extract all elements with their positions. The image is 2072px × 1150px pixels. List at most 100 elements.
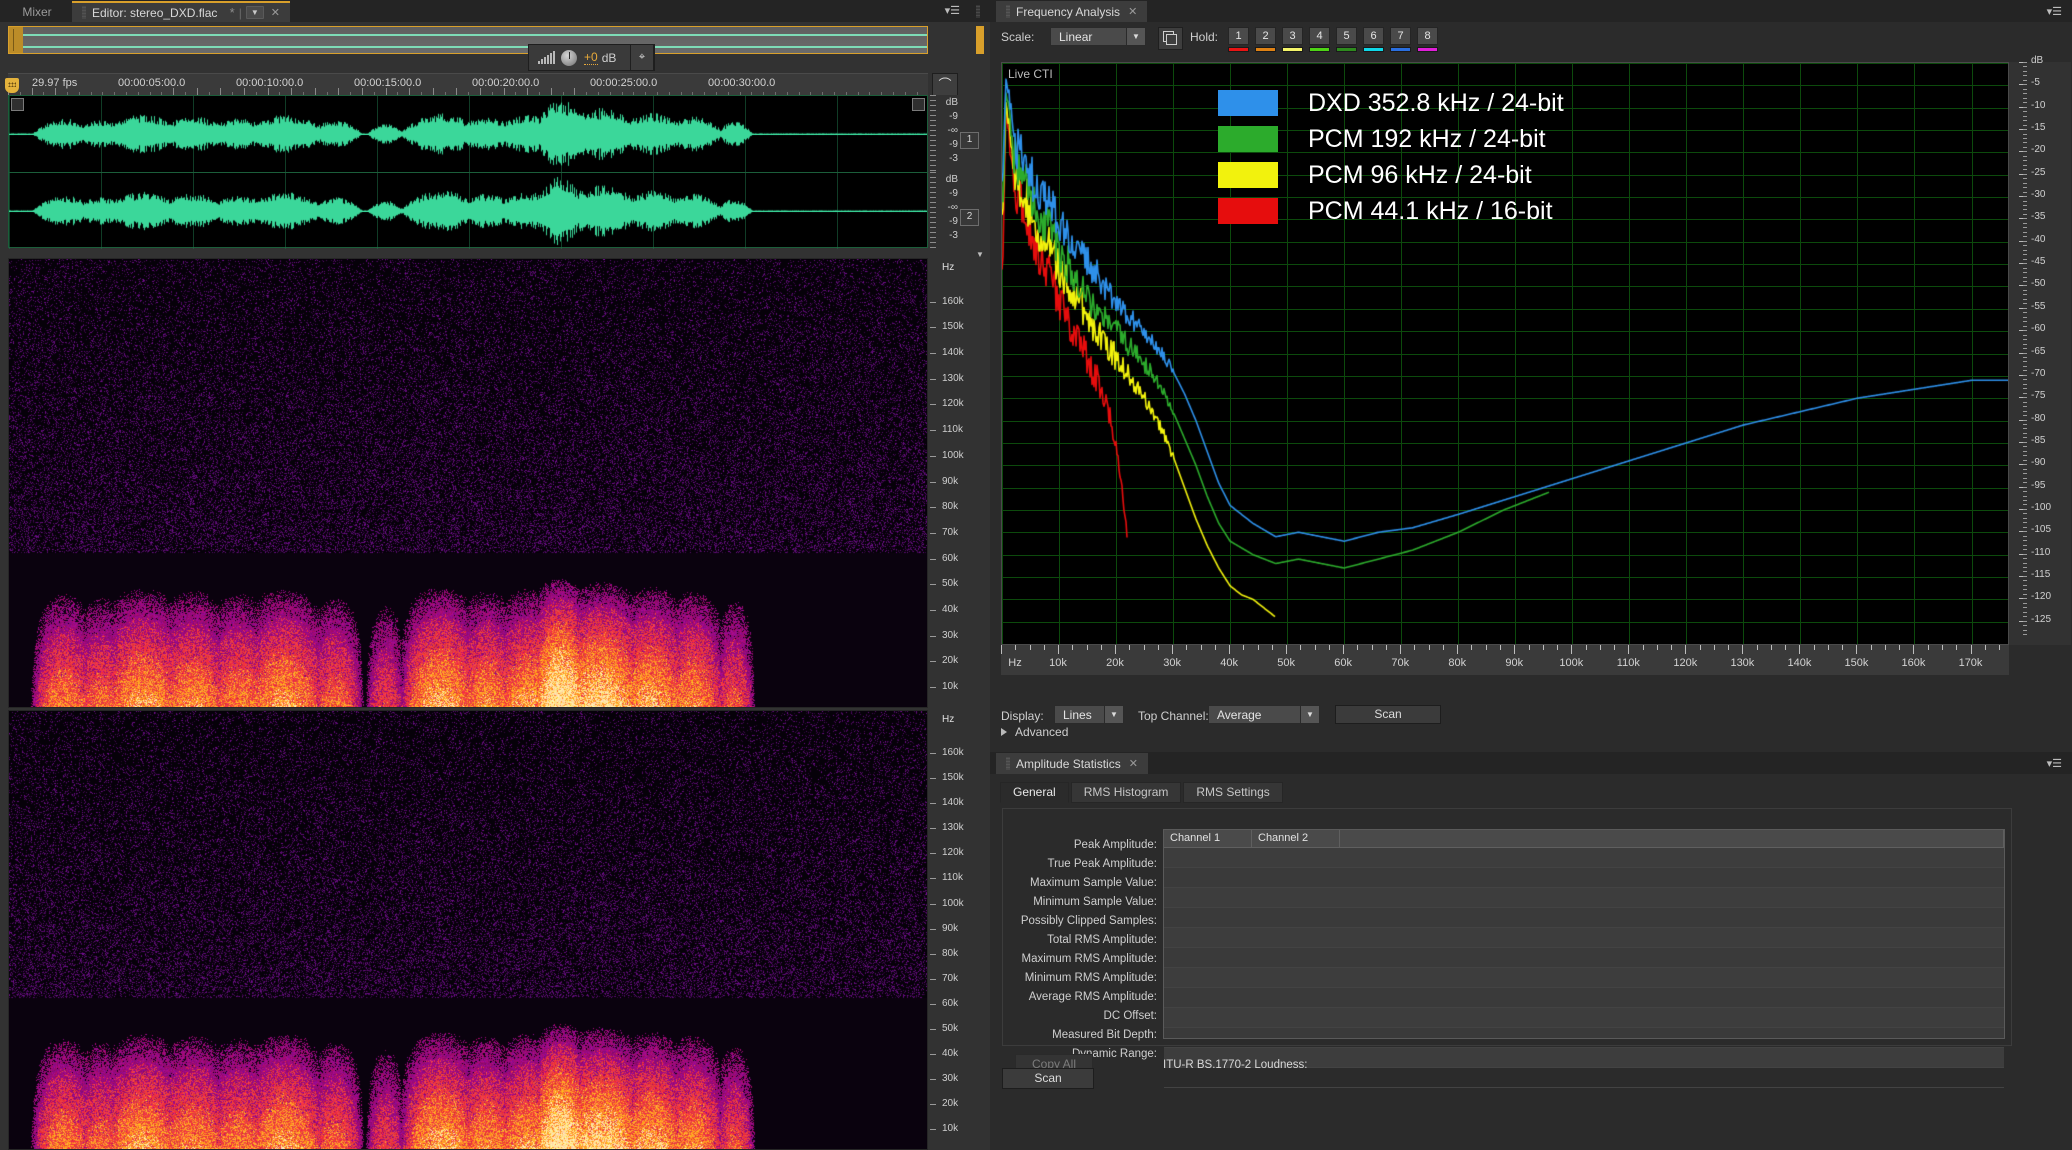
close-icon[interactable]: ✕ — [264, 6, 280, 19]
spectrogram-hz-scale-2[interactable]: Hz 160k 150k 140k 130k 120k 110k 100k 90k 80k 70k… — [928, 710, 986, 1150]
panel-menu-icon[interactable]: ▾☰ — [2047, 757, 2062, 770]
statistics-value-row[interactable] — [1164, 868, 2004, 888]
chevron-down-icon[interactable]: ▼ — [1300, 706, 1319, 723]
channel-badge-1[interactable]: 1 — [960, 132, 979, 149]
statistics-value-row[interactable] — [1164, 1008, 2004, 1028]
statistics-column-header[interactable]: Channel 2 — [1252, 830, 1340, 847]
statistics-value-row[interactable] — [1164, 888, 2004, 908]
hold-button-8[interactable]: 8 — [1417, 27, 1438, 52]
statistics-value-row[interactable] — [1164, 848, 2004, 868]
hz-axis-tick: 160k — [942, 747, 964, 759]
hz-axis-tick: 70k — [942, 972, 959, 984]
waveform-corner-handle[interactable] — [11, 98, 24, 111]
snap-toggle-button[interactable]: ⌒ — [932, 73, 958, 97]
hz-axis-tick: 100k — [942, 897, 964, 909]
spectrogram-hz-scale-1[interactable]: Hz 160k 150k 140k 130k 120k 110k 100k 90k 80k 70k… — [928, 258, 986, 708]
scan-button-frequency[interactable]: Scan — [1335, 705, 1441, 724]
statistics-value-row[interactable] — [1164, 968, 2004, 988]
db-axis-minor-tick — [2023, 93, 2027, 95]
navigator-right-handle[interactable] — [976, 26, 984, 54]
close-icon[interactable]: ✕ — [1120, 5, 1137, 18]
gain-value[interactable]: +0 — [584, 50, 598, 65]
loudness-label: ITU-R BS.1770-2 Loudness: — [1163, 1059, 1308, 1071]
drag-gripper-icon[interactable] — [1006, 5, 1010, 18]
tab-amplitude-statistics[interactable]: Amplitude Statistics ✕ — [996, 753, 1148, 774]
statistics-value-row[interactable] — [1164, 928, 2004, 948]
hold-button-6[interactable]: 6 — [1363, 27, 1384, 52]
waveform-channel-2[interactable] — [9, 173, 927, 249]
scale-select[interactable]: Linear ▼ — [1050, 27, 1146, 46]
db-axis-minor-tick — [2023, 491, 2027, 493]
statistic-label: Average RMS Amplitude: — [1028, 990, 1157, 1003]
hz-axis-tickmark — [930, 558, 936, 560]
waveform-corner-handle[interactable] — [912, 98, 925, 111]
copy-icon[interactable] — [1158, 27, 1183, 50]
close-icon[interactable]: ✕ — [1121, 757, 1138, 770]
db-axis-minor-tick — [2023, 620, 2027, 622]
db-axis-minor-tick — [2023, 558, 2027, 560]
statistics-column-header[interactable]: Channel 1 — [1164, 830, 1252, 847]
advanced-disclosure[interactable]: Advanced — [1001, 725, 1068, 739]
statistics-value-row[interactable] — [1164, 1068, 2004, 1088]
statistics-value-grid[interactable]: Channel 1 Channel 2 — [1163, 829, 2005, 1088]
hz-axis-tickmark — [930, 1079, 936, 1081]
panel-menu-icon[interactable]: ▾☰ — [2047, 5, 2062, 18]
subtab-rms-settings[interactable]: RMS Settings — [1183, 782, 1283, 803]
drag-gripper-icon[interactable] — [1006, 757, 1010, 770]
scan-button-statistics[interactable]: Scan — [1002, 1068, 1094, 1089]
navigator-overview[interactable] — [8, 26, 928, 54]
hold-button-label: 1 — [1228, 27, 1249, 45]
hz-axis-tickmark — [930, 609, 936, 611]
db-axis-minor-tick — [2023, 307, 2027, 309]
statistics-grid-header: Channel 1 Channel 2 — [1164, 830, 2004, 848]
display-select[interactable]: Lines ▼ — [1054, 705, 1124, 724]
hz-axis-minor-tick — [1300, 645, 1302, 650]
hz-axis-tickmark — [930, 928, 936, 930]
hold-button-1[interactable]: 1 — [1228, 27, 1249, 52]
statistics-value-row[interactable] — [1164, 1028, 2004, 1048]
spectrogram-channel-1[interactable] — [8, 258, 928, 708]
subtab-general[interactable]: General — [1000, 782, 1069, 803]
hz-axis-minor-tick — [1671, 645, 1673, 650]
tab-divider: | — [238, 5, 242, 20]
db-axis-minor-tick — [2023, 102, 2027, 104]
panel-gripper-icon[interactable] — [976, 5, 980, 18]
statistics-value-row[interactable] — [1164, 948, 2004, 968]
timeline-ruler[interactable]: 29.97 fps 00:00:05:00.0 00:00:10:00.0 00:0… — [8, 73, 928, 96]
drag-gripper-icon[interactable] — [82, 6, 86, 19]
tab-frequency-analysis[interactable]: Frequency Analysis ✕ — [996, 1, 1148, 22]
spectrogram-channel-2[interactable] — [8, 710, 928, 1150]
db-axis-minor-tick — [2023, 455, 2027, 457]
tab-mixer[interactable]: Mixer — [6, 1, 68, 22]
playhead-cti-handle[interactable] — [5, 78, 19, 93]
hz-axis-tickmark — [930, 753, 936, 755]
statistics-value-row[interactable] — [1164, 908, 2004, 928]
hold-button-3[interactable]: 3 — [1282, 27, 1303, 52]
panel-menu-icon[interactable]: ▾☰ — [945, 4, 960, 17]
statistics-value-row[interactable] — [1164, 988, 2004, 1008]
amplitude-statistics-subtabs: General RMS Histogram RMS Settings — [1000, 782, 1283, 803]
hz-axis-minor-tick — [1827, 645, 1829, 650]
hold-button-2[interactable]: 2 — [1255, 27, 1276, 52]
channel-badge-2[interactable]: 2 — [960, 209, 979, 226]
hold-button-7[interactable]: 7 — [1390, 27, 1411, 52]
subtab-rms-histogram[interactable]: RMS Histogram — [1070, 782, 1182, 803]
tab-editor[interactable]: Editor: stereo_DXD.flac * | ▼ ✕ — [72, 1, 290, 22]
waveform-channel-1[interactable] — [9, 96, 927, 173]
waveform-display[interactable] — [8, 95, 928, 249]
db-axis-minor-tick — [2023, 285, 2027, 287]
db-axis-minor-tick — [2023, 151, 2027, 153]
hold-button-5[interactable]: 5 — [1336, 27, 1357, 52]
navigator-selection-handle[interactable] — [9, 27, 23, 53]
chevron-down-icon[interactable]: ▼ — [1104, 706, 1123, 723]
gain-knob[interactable] — [560, 48, 578, 67]
hold-button-4[interactable]: 4 — [1309, 27, 1330, 52]
top-channel-select[interactable]: Average ▼ — [1208, 705, 1320, 724]
frequency-graph[interactable]: Live CTI DXD 352.8 kHz / 24-bit PCM 192 k… — [1001, 62, 2009, 645]
db-axis-minor-tick — [2023, 482, 2027, 484]
chevron-down-icon[interactable]: ▼ — [1126, 28, 1145, 45]
tab-amplitude-statistics-label: Amplitude Statistics — [1016, 756, 1121, 771]
chevron-down-icon[interactable]: ▼ — [245, 6, 264, 19]
pin-button[interactable]: ⌖ — [630, 44, 654, 71]
db-axis-minor-tick — [2023, 571, 2027, 573]
